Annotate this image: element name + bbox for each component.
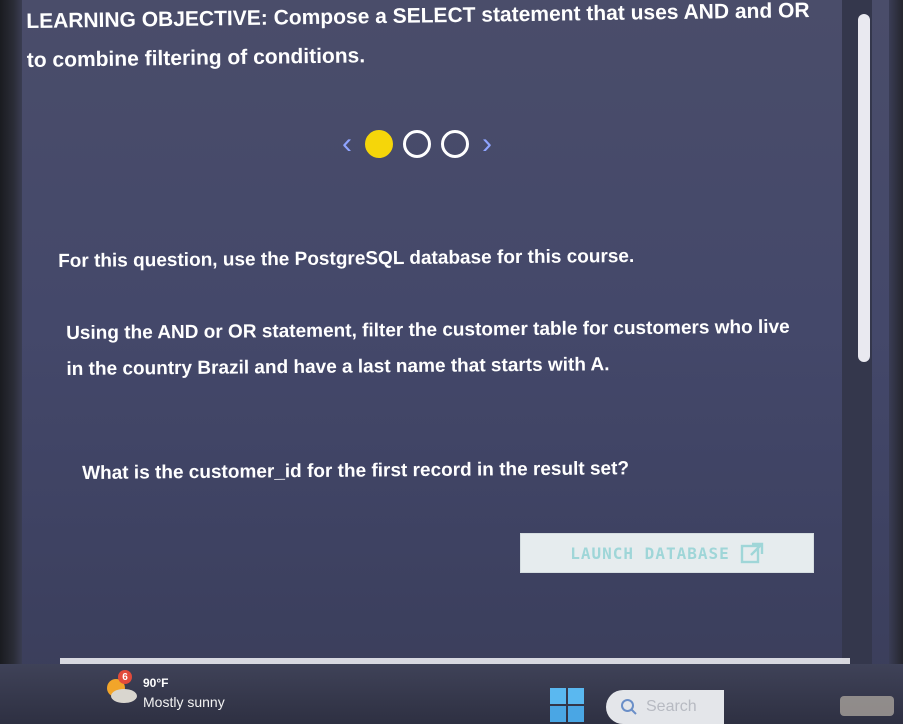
weather-badge: 6 [118,670,132,684]
monitor-bezel [0,0,22,724]
objective-label: LEARNING OBJECTIVE: [26,6,268,33]
external-link-icon [740,542,763,564]
monitor-bezel-right [889,0,903,724]
question-pager: ‹ › [334,122,524,166]
weather-temperature: 90°F [143,676,169,690]
question-instruction: Using the AND or OR statement, filter th… [66,316,790,380]
weather-condition: Mostly sunny [143,694,225,710]
learning-objective: LEARNING OBJECTIVE: Compose a SELECT sta… [26,0,827,80]
launch-database-label: LAUNCH DATABASE [570,543,730,563]
chevron-left-icon[interactable]: ‹ [334,124,360,164]
chevron-right-icon[interactable]: › [474,124,500,164]
search-icon [621,699,637,715]
search-placeholder: Search [646,698,697,715]
pager-dot-1[interactable] [365,130,393,158]
windows-start-icon[interactable] [550,688,584,722]
pager-dot-2[interactable] [403,130,431,158]
pager-dot-3[interactable] [441,130,469,158]
scrollbar-thumb[interactable] [858,14,870,362]
system-tray[interactable] [840,696,894,716]
question-intro: For this question, use the PostgreSQL da… [58,245,635,272]
taskbar-search-input[interactable]: Search [606,690,724,724]
screen: LEARNING OBJECTIVE: Compose a SELECT sta… [0,0,903,724]
question-prompt: What is the customer_id for the first re… [82,458,630,484]
launch-database-button[interactable]: LAUNCH DATABASE [520,533,814,573]
